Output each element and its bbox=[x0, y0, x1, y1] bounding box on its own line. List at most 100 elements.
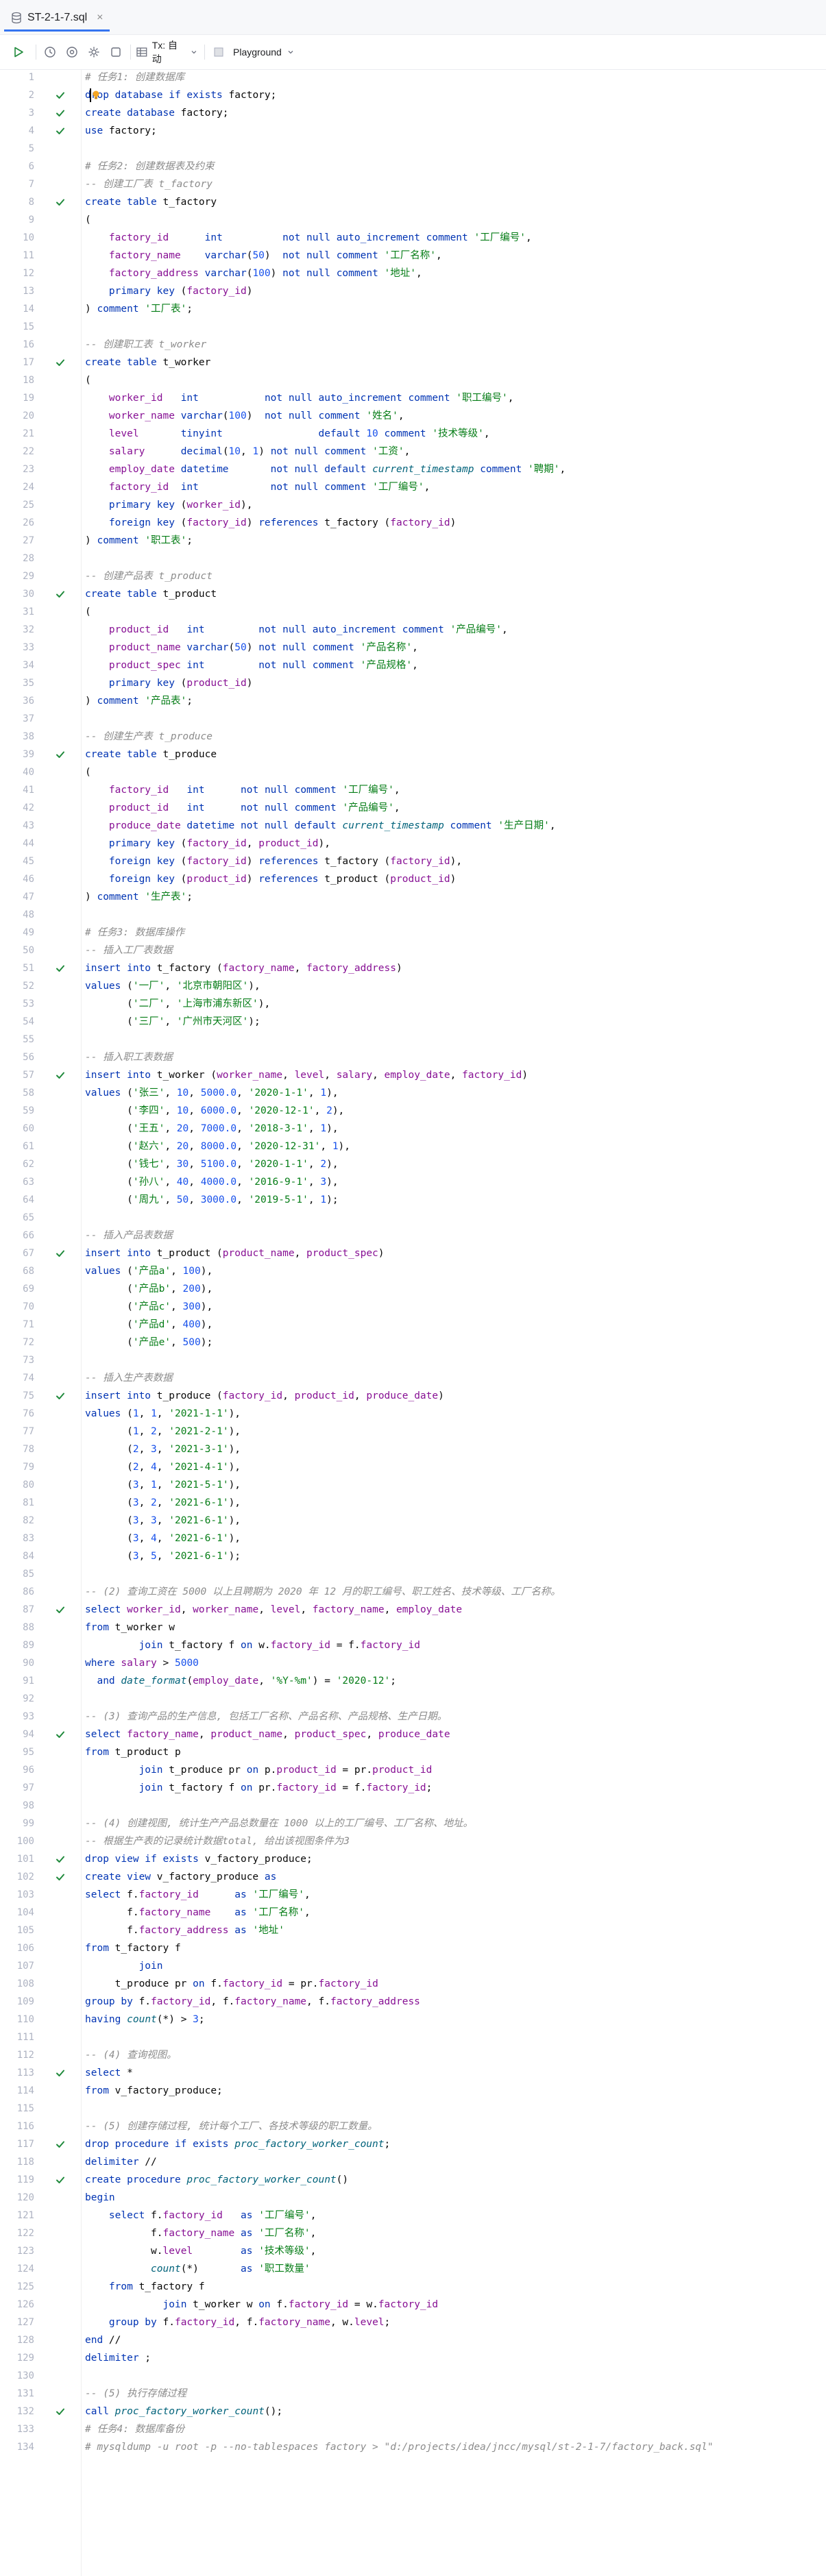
code-line[interactable]: 31 ( bbox=[0, 603, 826, 621]
code-line[interactable]: 51 insert into t_factory (factory_name, f… bbox=[0, 959, 826, 977]
code-line[interactable]: 120 begin bbox=[0, 2189, 826, 2207]
code-line[interactable]: 80 (3, 1, '2021-5-1'), bbox=[0, 1476, 826, 1494]
code-line[interactable]: 98 bbox=[0, 1797, 826, 1815]
code-line[interactable]: 18 ( bbox=[0, 371, 826, 389]
code-line[interactable]: 102 create view v_factory_produce as bbox=[0, 1868, 826, 1886]
code-line[interactable]: 64 ('周九', 50, 3000.0, '2019-5-1', 1); bbox=[0, 1191, 826, 1209]
code-line[interactable]: 47) comment '生产表'; bbox=[0, 888, 826, 906]
code-line[interactable]: 62 ('钱七', 30, 5100.0, '2020-1-1', 2), bbox=[0, 1155, 826, 1173]
code-line[interactable]: 119 create procedure proc_factory_worker_… bbox=[0, 2171, 826, 2189]
code-line[interactable]: 4 use factory; bbox=[0, 122, 826, 140]
code-line[interactable]: 124 count(*) as '职工数量' bbox=[0, 2260, 826, 2278]
code-line[interactable]: 13 primary key (factory_id) bbox=[0, 282, 826, 300]
code-line[interactable]: 115 bbox=[0, 2100, 826, 2118]
code-line[interactable]: 55 bbox=[0, 1031, 826, 1048]
code-line[interactable]: 54 ('三厂', '广州市天河区'); bbox=[0, 1013, 826, 1031]
code-line[interactable]: 36) comment '产品表'; bbox=[0, 692, 826, 710]
code-line[interactable]: 101 drop view if exists v_factory_produce… bbox=[0, 1850, 826, 1868]
code-line[interactable]: 38 -- 创建生产表 t_produce bbox=[0, 728, 826, 746]
code-line[interactable]: 53 ('二厂', '上海市浦东新区'), bbox=[0, 995, 826, 1013]
code-line[interactable]: 105 f.factory_address as '地址' bbox=[0, 1922, 826, 1939]
code-line[interactable]: 67 insert into t_product (product_name, p… bbox=[0, 1244, 826, 1262]
code-line[interactable]: 22 salary decimal(10, 1) not null commen… bbox=[0, 443, 826, 461]
code-line[interactable]: 134 # mysqldump -u root -p --no-tablespac… bbox=[0, 2438, 826, 2456]
code-line[interactable]: 84 (3, 5, '2021-6-1'); bbox=[0, 1547, 826, 1565]
code-line[interactable]: 32 product_id int not null auto_incremen… bbox=[0, 621, 826, 639]
code-line[interactable]: 39 create table t_produce bbox=[0, 746, 826, 763]
code-line[interactable]: 81 (3, 2, '2021-6-1'), bbox=[0, 1494, 826, 1512]
code-line[interactable]: 30 create table t_product bbox=[0, 585, 826, 603]
code-line[interactable]: 107 join bbox=[0, 1957, 826, 1975]
code-line[interactable]: 108 t_produce pr on f.factory_id = pr.fa… bbox=[0, 1975, 826, 1993]
code-line[interactable]: 42 product_id int not null comment '产品编号… bbox=[0, 799, 826, 817]
code-line[interactable]: 83 (3, 4, '2021-6-1'), bbox=[0, 1530, 826, 1547]
code-line[interactable]: 24 factory_id int not null comment '工厂编号… bbox=[0, 478, 826, 496]
code-line[interactable]: 58 values ('张三', 10, 5000.0, '2020-1-1', … bbox=[0, 1084, 826, 1102]
code-line[interactable]: 96 join t_produce pr on p.product_id = p… bbox=[0, 1761, 826, 1779]
history-button[interactable] bbox=[41, 43, 59, 61]
code-line[interactable]: 127 group by f.factory_id, f.factory_nam… bbox=[0, 2314, 826, 2331]
code-line[interactable]: 109 group by f.factory_id, f.factory_name… bbox=[0, 1993, 826, 2011]
transaction-mode-dropdown[interactable]: Tx: 自动 bbox=[136, 40, 197, 64]
code-line[interactable]: 116 -- (5) 创建存储过程, 统计每个工厂、各技术等级的职工数量。 bbox=[0, 2118, 826, 2135]
code-line[interactable]: 104 f.factory_name as '工厂名称', bbox=[0, 1904, 826, 1922]
code-line[interactable]: 82 (3, 3, '2021-6-1'), bbox=[0, 1512, 826, 1530]
code-line[interactable]: 72 ('产品e', 500); bbox=[0, 1334, 826, 1351]
code-line[interactable]: 73 bbox=[0, 1351, 826, 1369]
code-line[interactable]: 61 ('赵六', 20, 8000.0, '2020-12-31', 1), bbox=[0, 1138, 826, 1155]
code-line[interactable]: 3 create database factory; bbox=[0, 104, 826, 122]
code-line[interactable]: 20 worker_name varchar(100) not null com… bbox=[0, 407, 826, 425]
code-line[interactable]: 87 select worker_id, worker_name, level, … bbox=[0, 1601, 826, 1619]
code-line[interactable]: 40 ( bbox=[0, 763, 826, 781]
code-line[interactable]: 34 product_spec int not null comment '产品… bbox=[0, 657, 826, 674]
code-line[interactable]: 1 # 任务1: 创建数据库 bbox=[0, 69, 826, 86]
code-line[interactable]: 66 -- 插入产品表数据 bbox=[0, 1227, 826, 1244]
code-line[interactable]: 78 (2, 3, '2021-3-1'), bbox=[0, 1440, 826, 1458]
code-line[interactable]: 57 insert into t_worker (worker_name, lev… bbox=[0, 1066, 826, 1084]
code-line[interactable]: 2 drop database if exists factory; bbox=[0, 86, 826, 104]
code-line[interactable]: 114 from v_factory_produce; bbox=[0, 2082, 826, 2100]
code-line[interactable]: 25 primary key (worker_id), bbox=[0, 496, 826, 514]
code-line[interactable]: 28 bbox=[0, 550, 826, 567]
code-line[interactable]: 48 bbox=[0, 906, 826, 924]
code-line[interactable]: 37 bbox=[0, 710, 826, 728]
code-line[interactable]: 10 factory_id int not null auto_incremen… bbox=[0, 229, 826, 247]
code-line[interactable]: 75 insert into t_produce (factory_id, pro… bbox=[0, 1387, 826, 1405]
code-line[interactable]: 11 factory_name varchar(50) not null com… bbox=[0, 247, 826, 265]
code-line[interactable]: 117 drop procedure if exists proc_factory… bbox=[0, 2135, 826, 2153]
code-line[interactable]: 59 ('李四', 10, 6000.0, '2020-12-1', 2), bbox=[0, 1102, 826, 1120]
code-line[interactable]: 29 -- 创建产品表 t_product bbox=[0, 567, 826, 585]
explain-plan-button[interactable] bbox=[63, 43, 81, 61]
settings-button[interactable] bbox=[85, 43, 103, 61]
code-line[interactable]: 45 foreign key (factory_id) references t… bbox=[0, 852, 826, 870]
code-line[interactable]: 9( bbox=[0, 211, 826, 229]
grid-view-button[interactable] bbox=[210, 43, 228, 61]
code-line[interactable]: 65 bbox=[0, 1209, 826, 1227]
code-line[interactable]: 21 level tinyint default 10 comment '技术等… bbox=[0, 425, 826, 443]
playground-dropdown[interactable]: Playground bbox=[233, 43, 315, 61]
code-line[interactable]: 129 delimiter ; bbox=[0, 2349, 826, 2367]
code-line[interactable]: 89 join t_factory f on w.factory_id = f.… bbox=[0, 1636, 826, 1654]
code-line[interactable]: 56 -- 插入职工表数据 bbox=[0, 1048, 826, 1066]
code-line[interactable]: 74 -- 插入生产表数据 bbox=[0, 1369, 826, 1387]
execute-button[interactable] bbox=[10, 43, 27, 61]
code-line[interactable]: 69 ('产品b', 200), bbox=[0, 1280, 826, 1298]
code-line[interactable]: 8 create table t_factory bbox=[0, 193, 826, 211]
code-line[interactable]: 122 f.factory_name as '工厂名称', bbox=[0, 2224, 826, 2242]
code-line[interactable]: 132 call proc_factory_worker_count(); bbox=[0, 2403, 826, 2420]
code-line[interactable]: 23 employ_date datetime not null default… bbox=[0, 461, 826, 478]
code-line[interactable]: 6 # 任务2: 创建数据表及约束 bbox=[0, 158, 826, 175]
code-line[interactable]: 90 where salary > 5000 bbox=[0, 1654, 826, 1672]
code-line[interactable]: 125 from t_factory f bbox=[0, 2278, 826, 2296]
code-line[interactable]: 100 -- 根据生产表的记录统计数据total, 给出该视图条件为3 bbox=[0, 1832, 826, 1850]
tab-close-icon[interactable]: × bbox=[97, 12, 103, 24]
code-line[interactable]: 16 -- 创建职工表 t_worker bbox=[0, 336, 826, 354]
code-line[interactable]: 92 bbox=[0, 1690, 826, 1708]
code-line[interactable]: 52 values ('一厂', '北京市朝阳区'), bbox=[0, 977, 826, 995]
code-line[interactable]: 97 join t_factory f on pr.factory_id = f… bbox=[0, 1779, 826, 1797]
code-line[interactable]: 88 from t_worker w bbox=[0, 1619, 826, 1636]
code-line[interactable]: 111 bbox=[0, 2028, 826, 2046]
code-line[interactable]: 70 ('产品c', 300), bbox=[0, 1298, 826, 1316]
code-line[interactable]: 86 -- (2) 查询工资在 5000 以上且聘期为 2020 年 12 月的职… bbox=[0, 1583, 826, 1601]
code-line[interactable]: 5 bbox=[0, 140, 826, 158]
